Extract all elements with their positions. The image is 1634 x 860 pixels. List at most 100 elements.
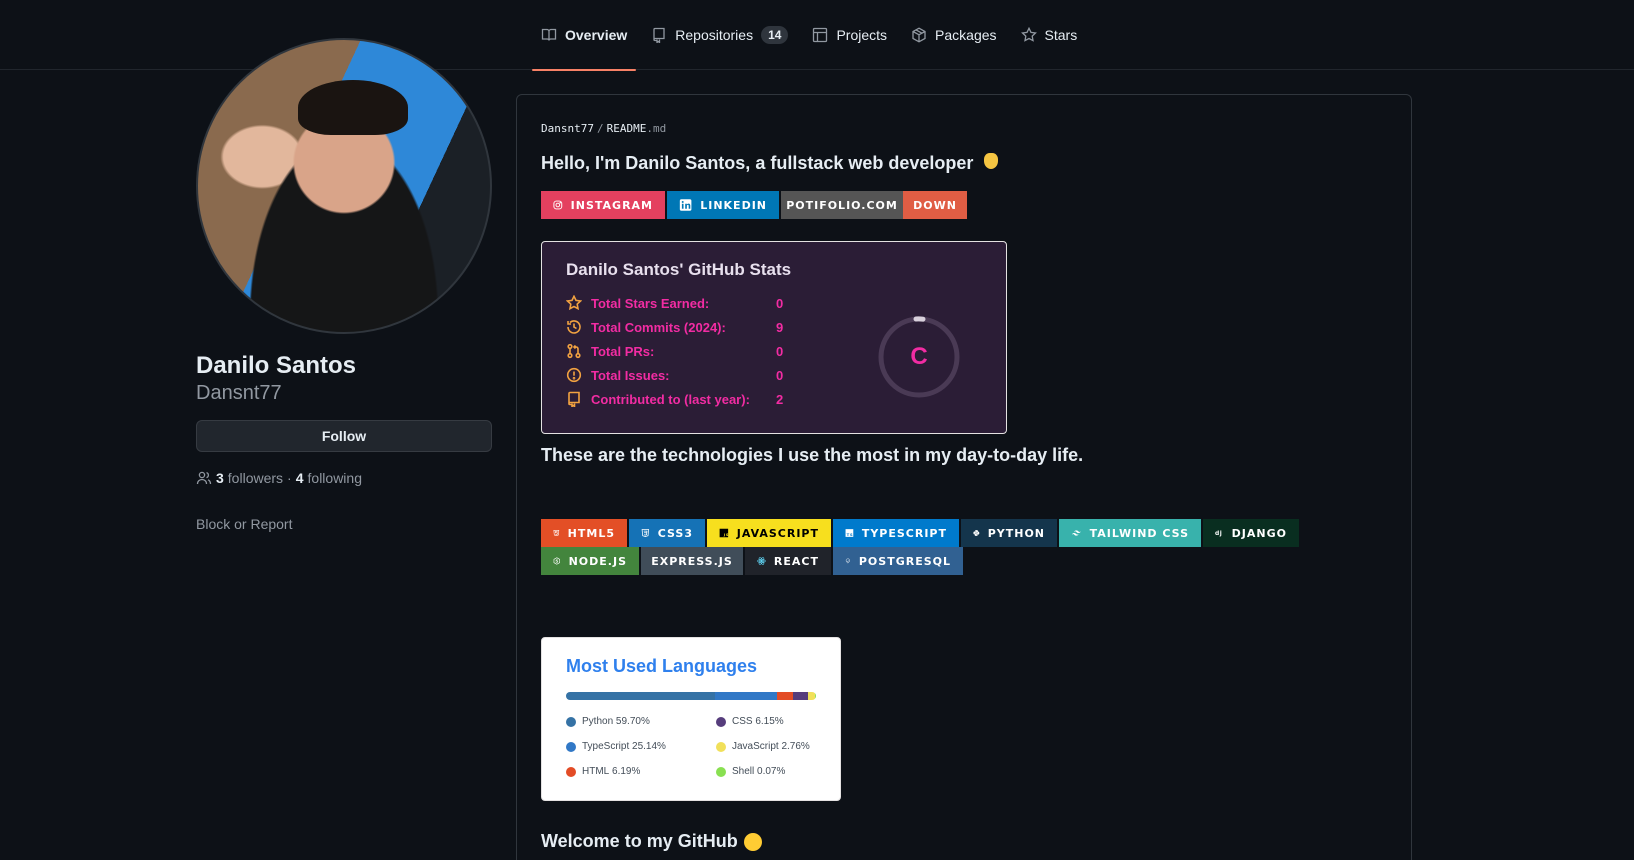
tech-badge-typescript[interactable]: TS TYPESCRIPT [833,519,959,547]
stat-row-issues: Total Issues: [566,365,670,385]
repo-icon [653,27,665,43]
html5-icon [553,529,560,537]
block-report-link[interactable]: Block or Report [196,516,292,532]
avatar[interactable] [196,38,492,334]
tech-badge-express[interactable]: EXPRESS.JS [641,547,743,575]
language-name: Python [582,716,614,727]
most-used-languages-card: Most Used Languages Python 59.70% TypeSc… [541,637,841,801]
waving-hand-icon [984,153,999,169]
badge-label: REACT [773,554,819,568]
language-percent: 6.19% [612,766,641,777]
readme-path: Dansnt77/README.md [541,122,666,135]
tab-overview[interactable]: Overview [532,0,637,71]
tech-badge-javascript[interactable]: JS JAVASCRIPT [707,519,831,547]
profile-tabs: Overview Repositories 14 Projects Packag… [532,0,1092,71]
django-icon: dj [1215,530,1222,537]
languages-title: Most Used Languages [566,656,758,676]
tech-badge-nodejs[interactable]: NODE.JS [541,547,639,575]
languages-bar [566,692,816,700]
tab-repositories[interactable]: Repositories 14 [642,0,797,70]
badge-label: POSTGRESQL [858,554,951,568]
postgresql-icon [845,558,850,564]
stat-row-stars: Total Stars Earned: [566,293,709,313]
tech-badge-css3[interactable]: CSS3 [629,519,705,547]
grinning-face-icon [743,832,762,851]
avatar-hair [298,80,408,135]
tab-label: Stars [1044,27,1078,43]
portfolio-badge-status[interactable]: DOWN [903,191,967,219]
tab-label: Projects [836,27,888,43]
badge-label: TYPESCRIPT [861,526,947,540]
tech-badge-postgresql[interactable]: POSTGRESQL [833,547,963,575]
tech-badge-python[interactable]: PYTHON [961,519,1057,547]
tab-packages[interactable]: Packages [902,0,1005,70]
tab-projects[interactable]: Projects [803,0,896,70]
language-name: JavaScript [732,741,779,752]
language-name: Shell [732,766,755,777]
book-icon [541,28,557,41]
language-bar-segment [792,692,809,700]
profile-login: Dansnt77 [196,382,282,404]
badge-label: CSS3 [657,526,693,540]
portfolio-badge-label[interactable]: POTIFOLIO.COM [781,191,903,219]
readme-owner-link[interactable]: Dansnt77 [541,122,594,135]
stats-title: Danilo Santos' GitHub Stats [566,260,792,279]
pull-request-icon [567,343,581,359]
language-name: HTML [582,766,610,777]
language-bar-segment [566,692,715,700]
follow-stats: 3 followers · 4 following [196,470,362,486]
stat-label: Total Commits (2024): [591,319,726,335]
badge-label: JAVASCRIPT [736,526,819,540]
linkedin-badge[interactable]: LINKEDIN [667,191,779,219]
react-icon [757,557,766,565]
badge-label: INSTAGRAM [570,198,653,212]
tech-badge-react[interactable]: REACT [745,547,831,575]
tab-stars[interactable]: Stars [1012,0,1087,70]
package-icon [912,27,926,43]
language-item-html: HTML 6.19% [566,766,640,777]
follow-button[interactable]: Follow [196,420,492,452]
badge-label: EXPRESS.JS [651,554,733,568]
history-icon [567,320,581,334]
instagram-badge[interactable]: INSTAGRAM [541,191,665,219]
linkedin-icon [679,199,692,211]
followers-link[interactable]: 3 followers [216,470,283,486]
stat-value-stars: 0 [776,295,784,311]
svg-text:TS: TS [847,532,854,537]
badge-label: PYTHON [987,526,1045,540]
tech-badge-django[interactable]: dj DJANGO [1203,519,1299,547]
badge-label: NODE.JS [568,554,627,568]
people-icon [196,471,212,485]
stat-row-commits: Total Commits (2024): [566,317,726,337]
language-percent: 6.15% [755,716,784,727]
readme-greeting: Hello, I'm Danilo Santos, a fullstack we… [541,153,999,174]
repo-icon [568,391,580,407]
language-percent: 59.70% [615,716,650,727]
svg-text:dj: dj [1215,530,1222,537]
language-item-typescript: TypeScript 25.14% [566,741,666,752]
followers-label: followers [227,470,284,486]
star-icon [566,295,582,311]
badge-label: DOWN [913,198,957,212]
language-name: TypeScript [582,741,630,752]
tech-badge-tailwind[interactable]: TAILWIND CSS [1059,519,1201,547]
nodejs-icon [553,557,560,565]
followers-count: 3 [216,470,224,486]
language-dot [566,716,576,727]
badge-label: HTML5 [567,526,615,540]
tab-label: Overview [565,27,628,43]
readme-box: Dansnt77/README.md Hello, I'm Danilo San… [516,94,1412,860]
welcome-heading: Welcome to my GitHub [541,831,762,852]
welcome-text: Welcome to my GitHub [541,831,738,851]
stat-value-issues: 0 [776,367,784,383]
separator-dot: · [287,470,292,486]
language-bar-segment [714,692,778,700]
badge-label: TAILWIND CSS [1089,526,1189,540]
repo-count-badge: 14 [761,26,789,44]
javascript-icon: JS [719,528,728,538]
github-stats-card: Danilo Santos' GitHub Stats Total Stars … [541,241,1007,434]
tech-badge-html5[interactable]: HTML5 [541,519,627,547]
stat-row-contributed: Contributed to (last year): [566,389,750,409]
following-link[interactable]: 4 following [296,470,362,486]
language-item-shell: Shell 0.07% [716,766,785,777]
